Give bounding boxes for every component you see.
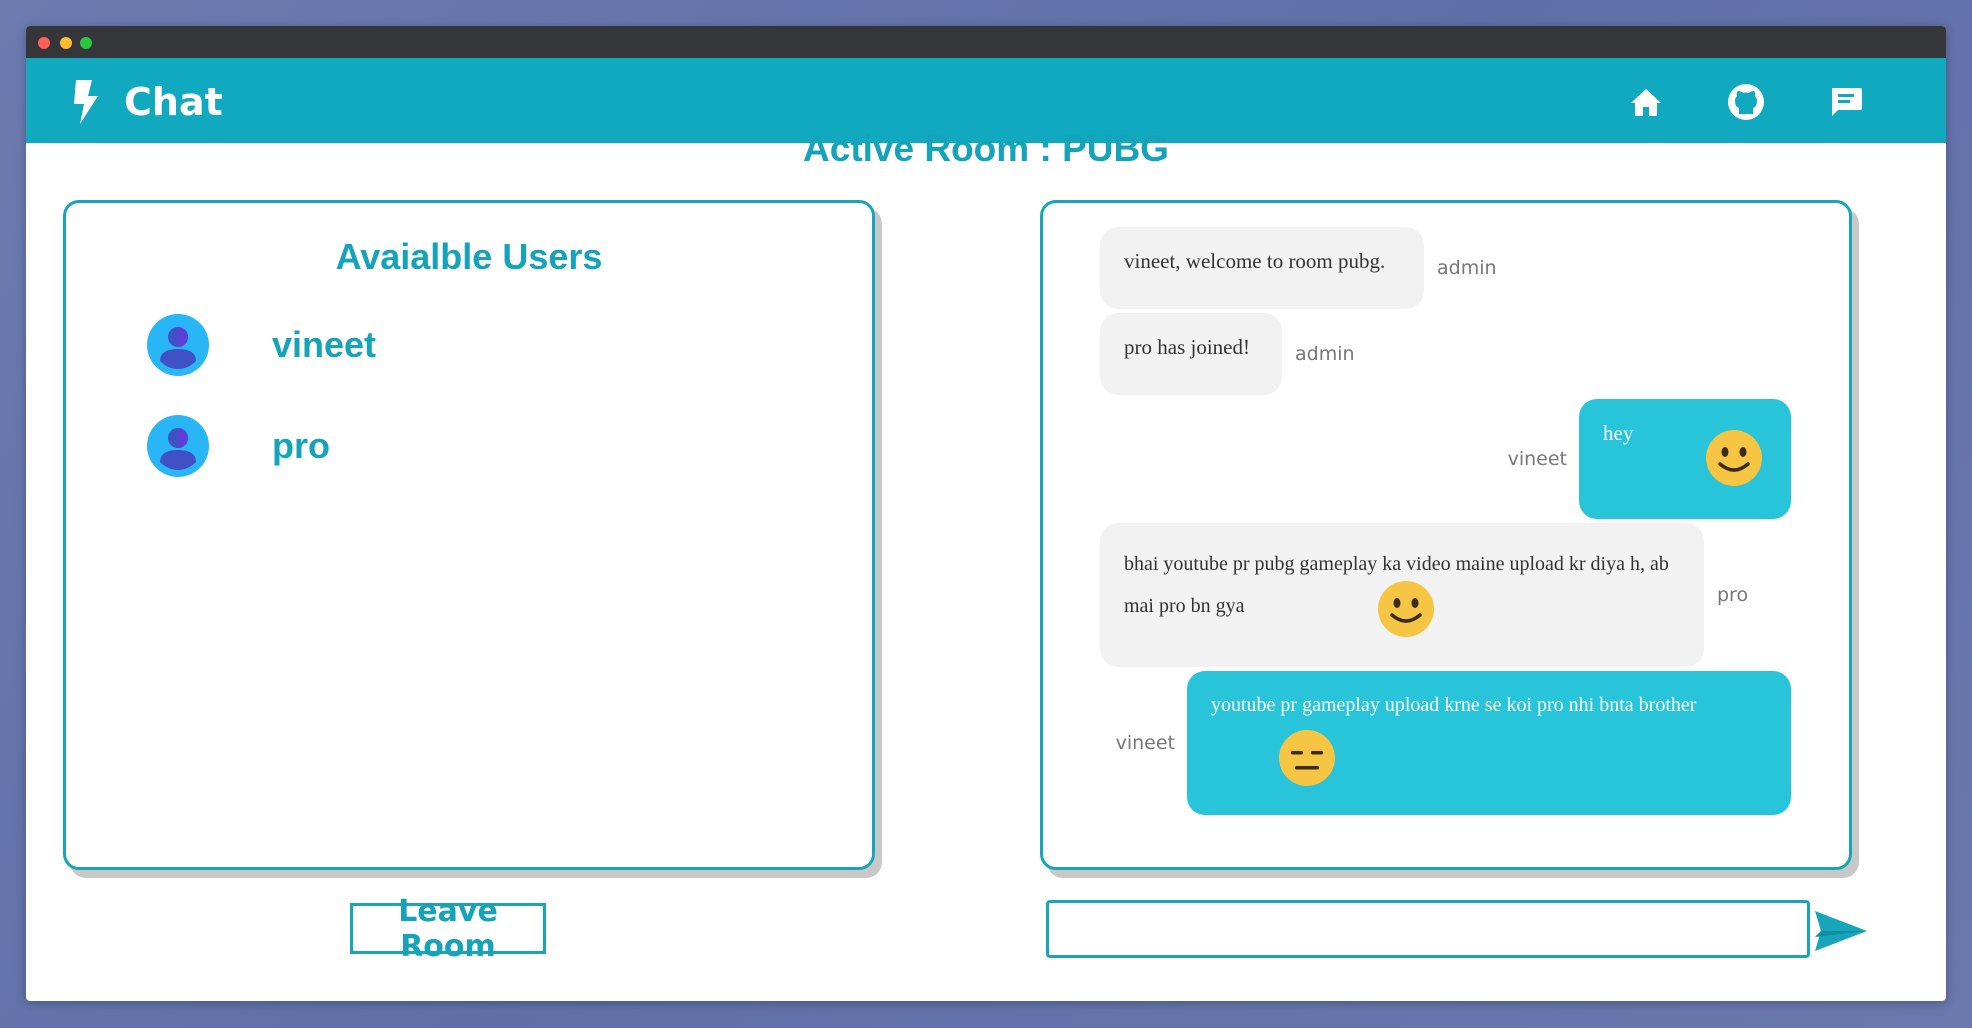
user-name: vineet [272,324,377,365]
users-panel: Avaialble Users vineet pro [63,200,875,870]
send-icon[interactable] [1813,907,1869,955]
lightning-icon [74,80,98,124]
chat-panel: vineet, welcome to room pubg. admin pro … [1040,200,1852,870]
message-sender: pro [1717,584,1749,606]
window-titlebar [26,26,1946,58]
close-window-button[interactable] [38,37,50,49]
message-sender: admin [1295,343,1355,365]
message-row: vineet hey [1508,399,1791,519]
message-text: hey [1603,421,1634,445]
maximize-window-button[interactable] [80,37,92,49]
leave-room-button[interactable]: Leave Room [350,894,546,964]
nav-icons [1626,82,1866,122]
message-row: pro has joined! admin [1100,313,1355,395]
app-title: Chat [124,80,223,124]
message-bubble: youtube pr gameplay upload krne se koi p… [1187,671,1791,815]
brand[interactable]: Chat [70,78,223,126]
message-text: vineet, welcome to room pubg. [1124,249,1386,273]
message-text: youtube pr gameplay upload krne se koi p… [1211,694,1697,716]
user-avatar-icon [147,314,209,376]
minimize-window-button[interactable] [60,37,72,49]
github-icon[interactable] [1726,82,1766,122]
expressionless-emoji-icon [1279,730,1335,786]
user-avatar-icon [147,415,209,477]
message-bubble: hey [1579,399,1791,519]
message-text: pro has joined! [1124,335,1250,359]
active-room-title: Active Room : PUBG [803,128,1169,169]
message-icon[interactable] [1826,82,1866,122]
smile-emoji-icon [1706,430,1762,486]
user-item: vineet [146,313,376,377]
user-name: pro [272,425,330,466]
message-bubble: vineet, welcome to room pubg. [1100,227,1424,309]
message-sender: vineet [1507,448,1567,470]
message-sender: vineet [1115,732,1175,754]
home-icon[interactable] [1626,82,1666,122]
message-sender: admin [1437,257,1497,279]
user-item: pro [146,414,330,478]
smile-emoji-icon [1378,581,1434,637]
message-row: vineet, welcome to room pubg. admin [1100,227,1497,309]
message-bubble: pro has joined! [1100,313,1282,395]
message-bubble: bhai youtube pr pubg gameplay ka video m… [1100,523,1704,667]
users-heading: Avaialble Users [335,236,603,277]
message-row: vineet youtube pr gameplay upload krne s… [1116,671,1791,815]
message-row: bhai youtube pr pubg gameplay ka video m… [1100,523,1748,667]
message-input[interactable] [1046,900,1810,958]
